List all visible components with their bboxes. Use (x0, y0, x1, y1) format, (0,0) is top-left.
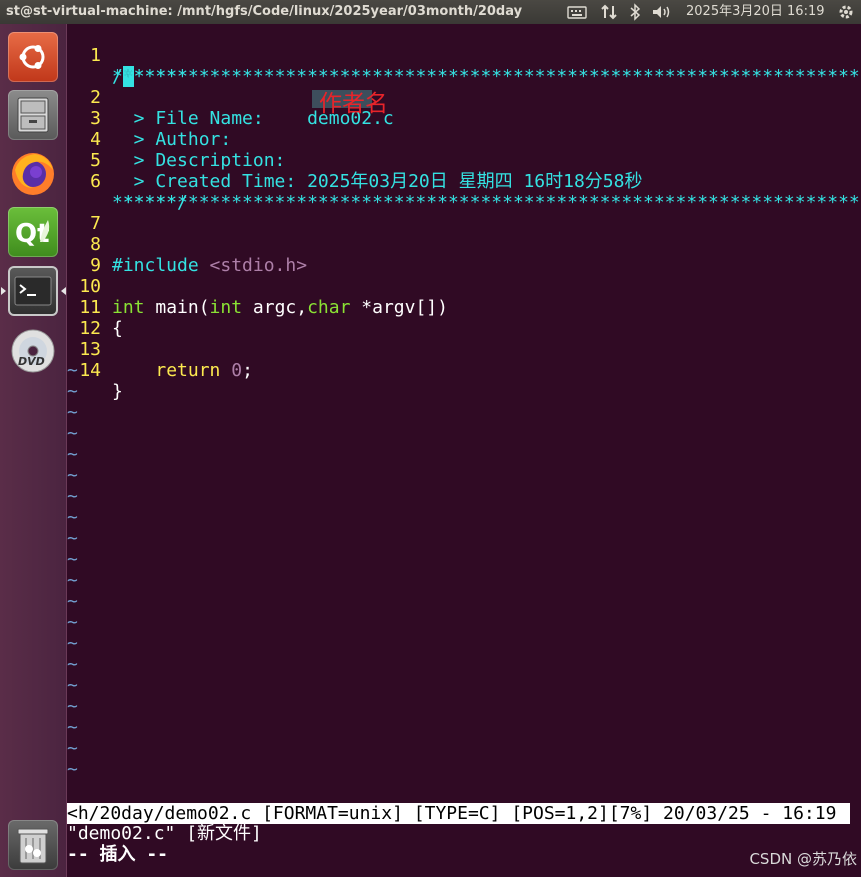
vim-mode-indicator: -- 插入 -- (67, 844, 169, 865)
empty-line-tilde: ~ (67, 381, 78, 402)
keyboard-icon[interactable] (566, 0, 588, 24)
code-line: 4 > Description: (67, 108, 285, 171)
code-line: ******* (112, 66, 188, 87)
top-panel: st@st-virtual-machine: /mnt/hgfs/Code/li… (0, 0, 861, 24)
svg-text:DVD: DVD (18, 355, 45, 368)
terminal-window[interactable]: 1 /*************************************… (67, 24, 861, 877)
code-line: 8 #include <stdio.h> (67, 213, 307, 276)
code-line: 3 > Author: (67, 87, 231, 150)
empty-line-tilde: ~ (67, 549, 78, 570)
code-line: 12 (67, 297, 110, 339)
empty-line-tilde: ~ (67, 717, 78, 738)
empty-line-tilde: ~ (67, 591, 78, 612)
empty-line-tilde: ~ (67, 738, 78, 759)
code-line: 13 return 0; (67, 318, 253, 381)
empty-line-tilde: ~ (67, 444, 78, 465)
code-line: 5 > Created Time: 2025年03月20日 星期四 16时18分… (67, 129, 642, 192)
code-line: 7 (67, 192, 110, 234)
code-line: 9 (67, 234, 110, 276)
empty-line-tilde: ~ (67, 654, 78, 675)
empty-line-tilde: ~ (67, 423, 78, 444)
code-line: ******/ (112, 192, 188, 213)
vim-message-line: "demo02.c" [新文件] (67, 823, 262, 844)
empty-line-tilde: ~ (67, 612, 78, 633)
terminal-icon[interactable] (8, 266, 58, 316)
trash-icon[interactable] (8, 820, 58, 870)
active-indicator-left (1, 287, 6, 295)
code-line: 1 /*************************************… (67, 24, 861, 87)
empty-line-tilde: ~ (67, 360, 78, 381)
empty-line-tilde: ~ (67, 633, 78, 654)
clock[interactable]: 2025年3月20日 16:19 (686, 0, 825, 24)
window-title: st@st-virtual-machine: /mnt/hgfs/Code/li… (6, 4, 523, 19)
active-indicator-right (61, 287, 66, 295)
firefox-icon[interactable] (8, 149, 58, 199)
settings-gear-icon[interactable] (835, 0, 857, 24)
volume-icon[interactable] (650, 0, 674, 24)
empty-line-tilde: ~ (67, 759, 78, 780)
empty-line-tilde: ~ (67, 507, 78, 528)
empty-line-tilde: ~ (67, 570, 78, 591)
code-line: 14 } (67, 339, 123, 402)
ubuntu-dash-icon[interactable] (8, 32, 58, 82)
empty-line-tilde: ~ (67, 465, 78, 486)
code-line: 6 **************************************… (67, 150, 861, 213)
vim-status-line: <h/20day/demo02.c [FORMAT=unix] [TYPE=C]… (67, 803, 850, 824)
empty-line-tilde: ~ (67, 696, 78, 717)
empty-line-tilde: ~ (67, 675, 78, 696)
network-icon[interactable] (598, 0, 620, 24)
code-line: 10 int main(int argc,char *argv[]) (67, 255, 448, 318)
dvd-disc-icon[interactable]: DVD (8, 326, 58, 376)
code-line: 2 > File Name: demo02.c (67, 66, 394, 129)
empty-line-tilde: ~ (67, 486, 78, 507)
qt-creator-icon[interactable]: Qt (8, 207, 58, 257)
watermark: CSDN @苏乃依 (749, 850, 857, 868)
empty-line-tilde: ~ (67, 402, 78, 423)
author-annotation: 作者名 (319, 91, 388, 117)
bluetooth-icon[interactable] (626, 0, 644, 24)
launcher: Qt DVD (0, 24, 67, 877)
code-line: 11 { (67, 276, 123, 339)
files-cabinet-icon[interactable] (8, 90, 58, 140)
empty-line-tilde: ~ (67, 528, 78, 549)
